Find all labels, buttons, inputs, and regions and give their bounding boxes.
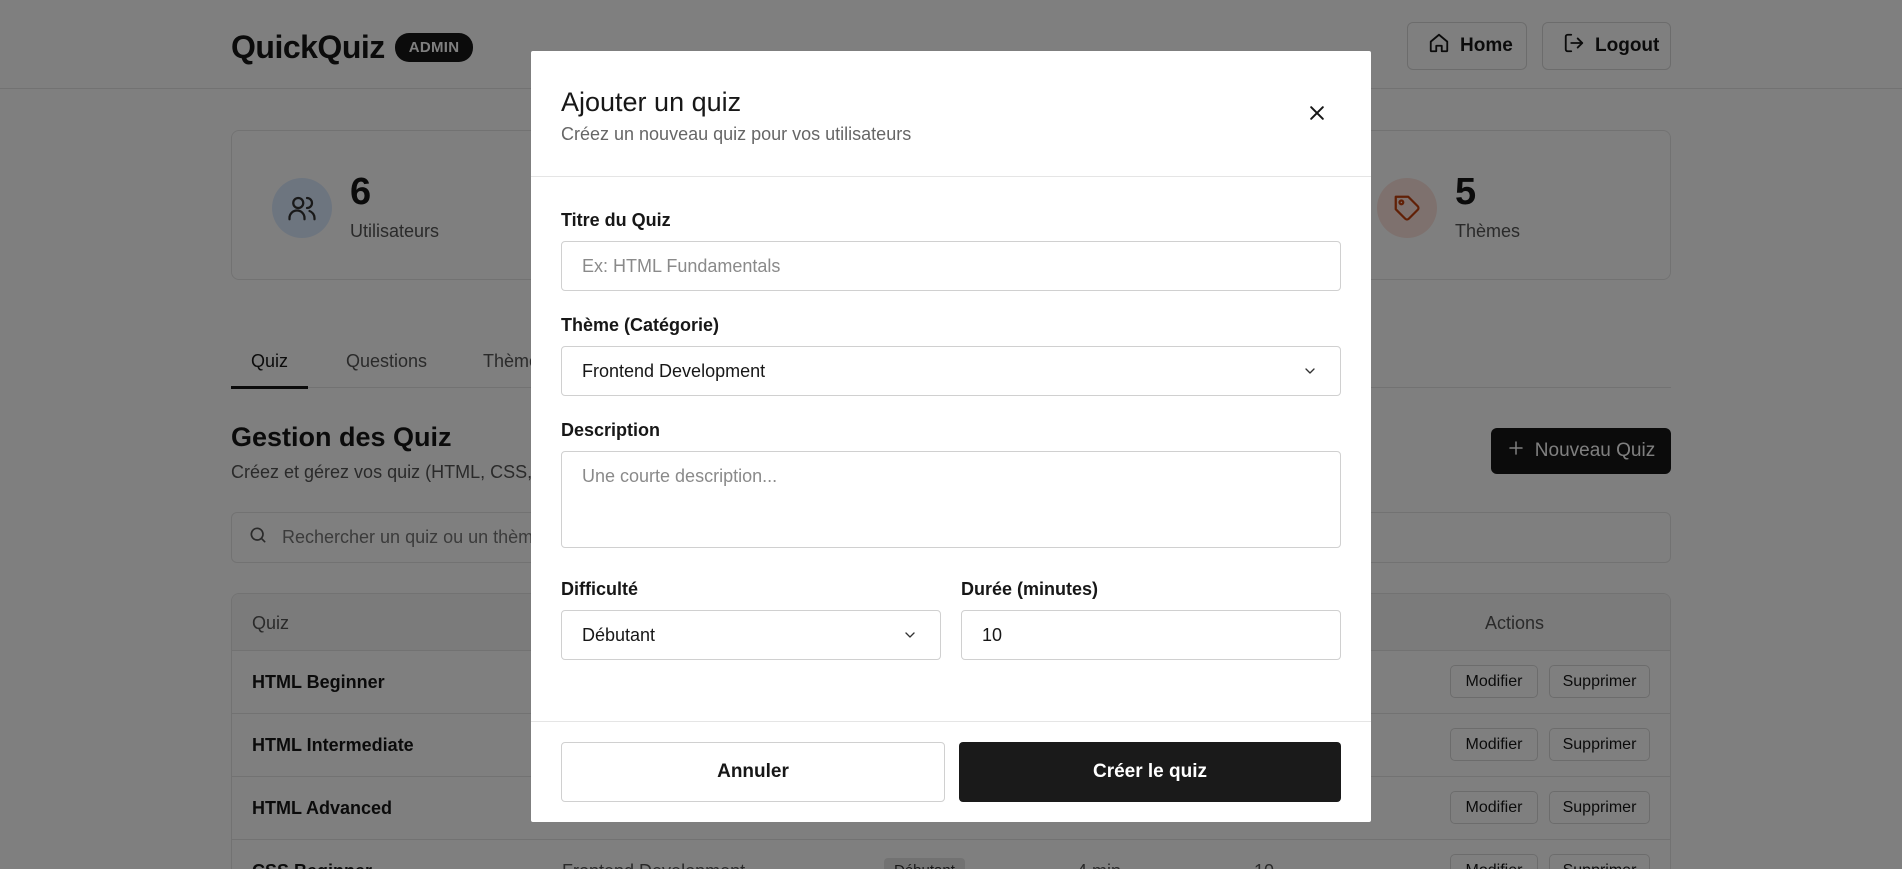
- description-textarea[interactable]: Une courte description...: [561, 451, 1341, 548]
- close-icon: [1307, 103, 1327, 128]
- chevron-down-icon: [902, 627, 918, 643]
- description-label: Description: [561, 420, 661, 440]
- create-quiz-button[interactable]: Créer le quiz: [959, 742, 1341, 802]
- duration-input[interactable]: 10: [961, 610, 1341, 660]
- difficulty-select[interactable]: Débutant: [561, 610, 941, 660]
- footer-divider: [531, 721, 1371, 722]
- theme-select-value: Frontend Development: [582, 360, 766, 381]
- difficulty-select-value: Débutant: [582, 624, 656, 645]
- dialog-subtitle: Créez un nouveau quiz pour vos utilisate…: [561, 124, 912, 144]
- quiz-title-label: Titre du Quiz: [561, 210, 671, 230]
- theme-select[interactable]: Frontend Development: [561, 346, 1341, 396]
- header-divider: [531, 176, 1371, 177]
- theme-label: Thème (Catégorie): [561, 315, 720, 335]
- dialog-title: Ajouter un quiz: [561, 87, 742, 117]
- duration-label: Durée (minutes): [961, 579, 1099, 599]
- difficulty-label: Difficulté: [561, 579, 639, 599]
- cancel-button[interactable]: Annuler: [561, 742, 945, 802]
- quiz-title-input[interactable]: Ex: HTML Fundamentals: [561, 241, 1341, 291]
- close-button[interactable]: [1303, 101, 1331, 129]
- add-quiz-dialog: Ajouter un quiz Créez un nouveau quiz po…: [531, 51, 1371, 822]
- chevron-down-icon: [1302, 363, 1318, 379]
